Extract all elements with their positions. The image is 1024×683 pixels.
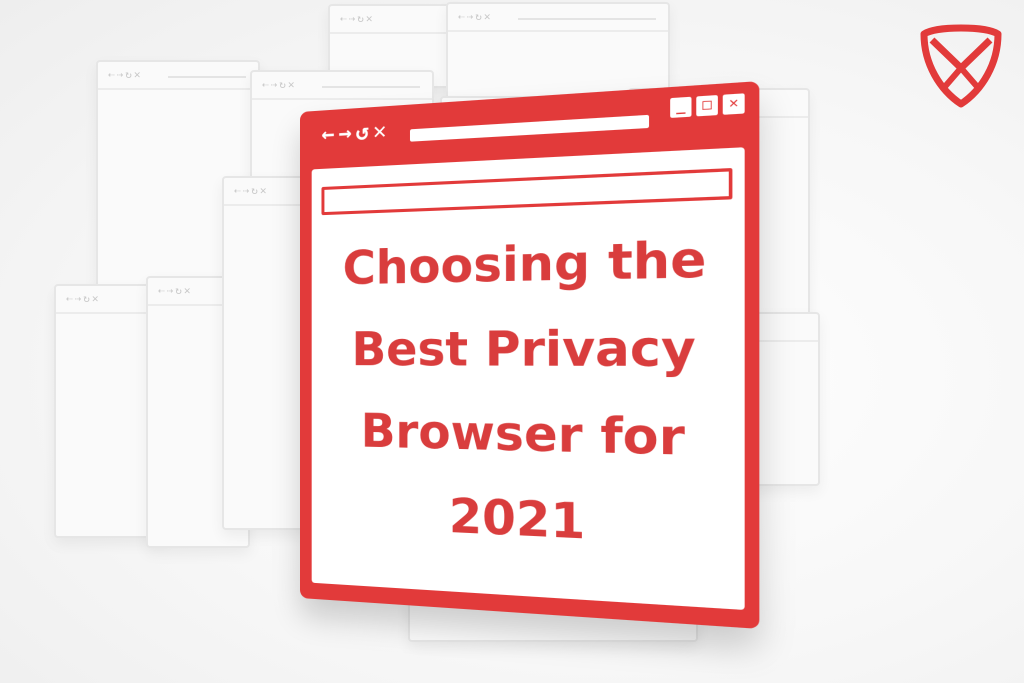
headline-line-2: Best Privacy	[351, 319, 696, 379]
ghost-window-bar: ⇠⇢↻✕	[330, 6, 460, 34]
address-bar	[321, 167, 733, 216]
headline-line-4: 2021	[448, 488, 586, 551]
ghost-window-bar: ⇠⇢↻✕	[98, 62, 258, 90]
arrow-left-icon: ←	[321, 121, 339, 148]
ghost-window-bar: ⇠⇢↻✕	[448, 4, 668, 32]
featured-browser-window: ←→↺✕ _ □ ✕ Choosing the Best Privacy Bro…	[300, 81, 760, 629]
ghost-window-bar: ⇠⇢↻✕	[252, 72, 432, 100]
reload-icon: ↺	[355, 119, 374, 146]
ghost-nav-icons: ⇠⇢↻✕	[158, 284, 193, 297]
arrow-right-icon: →	[338, 120, 356, 147]
ghost-nav-icons: ⇠⇢↻✕	[66, 292, 101, 305]
browser-content-area: Choosing the Best Privacy Browser for 20…	[311, 147, 745, 610]
headline-line-3: Browser for	[360, 403, 685, 467]
title-bar-strip	[409, 114, 650, 142]
ghost-nav-icons: ⇠⇢↻✕	[340, 12, 375, 25]
window-controls: _ □ ✕	[670, 93, 745, 118]
ghost-nav-icons: ⇠⇢↻✕	[108, 68, 143, 81]
ghost-address-line	[322, 86, 420, 88]
maximize-icon: □	[696, 95, 718, 117]
ghost-address-line	[168, 76, 246, 78]
headline: Choosing the Best Privacy Browser for 20…	[321, 215, 732, 573]
ghost-nav-icons: ⇠⇢↻✕	[234, 184, 269, 197]
ghost-nav-icons: ⇠⇢↻✕	[262, 78, 297, 91]
ghost-address-line	[518, 18, 656, 20]
browser-nav-controls: ←→↺✕	[321, 118, 390, 148]
close-icon: ✕	[722, 93, 745, 115]
brand-logo-icon	[920, 24, 1002, 108]
ghost-nav-icons: ⇠⇢↻✕	[458, 10, 493, 23]
headline-line-1: Choosing the	[342, 230, 707, 296]
minimize-icon: _	[670, 96, 692, 118]
close-x-icon: ✕	[373, 118, 391, 145]
